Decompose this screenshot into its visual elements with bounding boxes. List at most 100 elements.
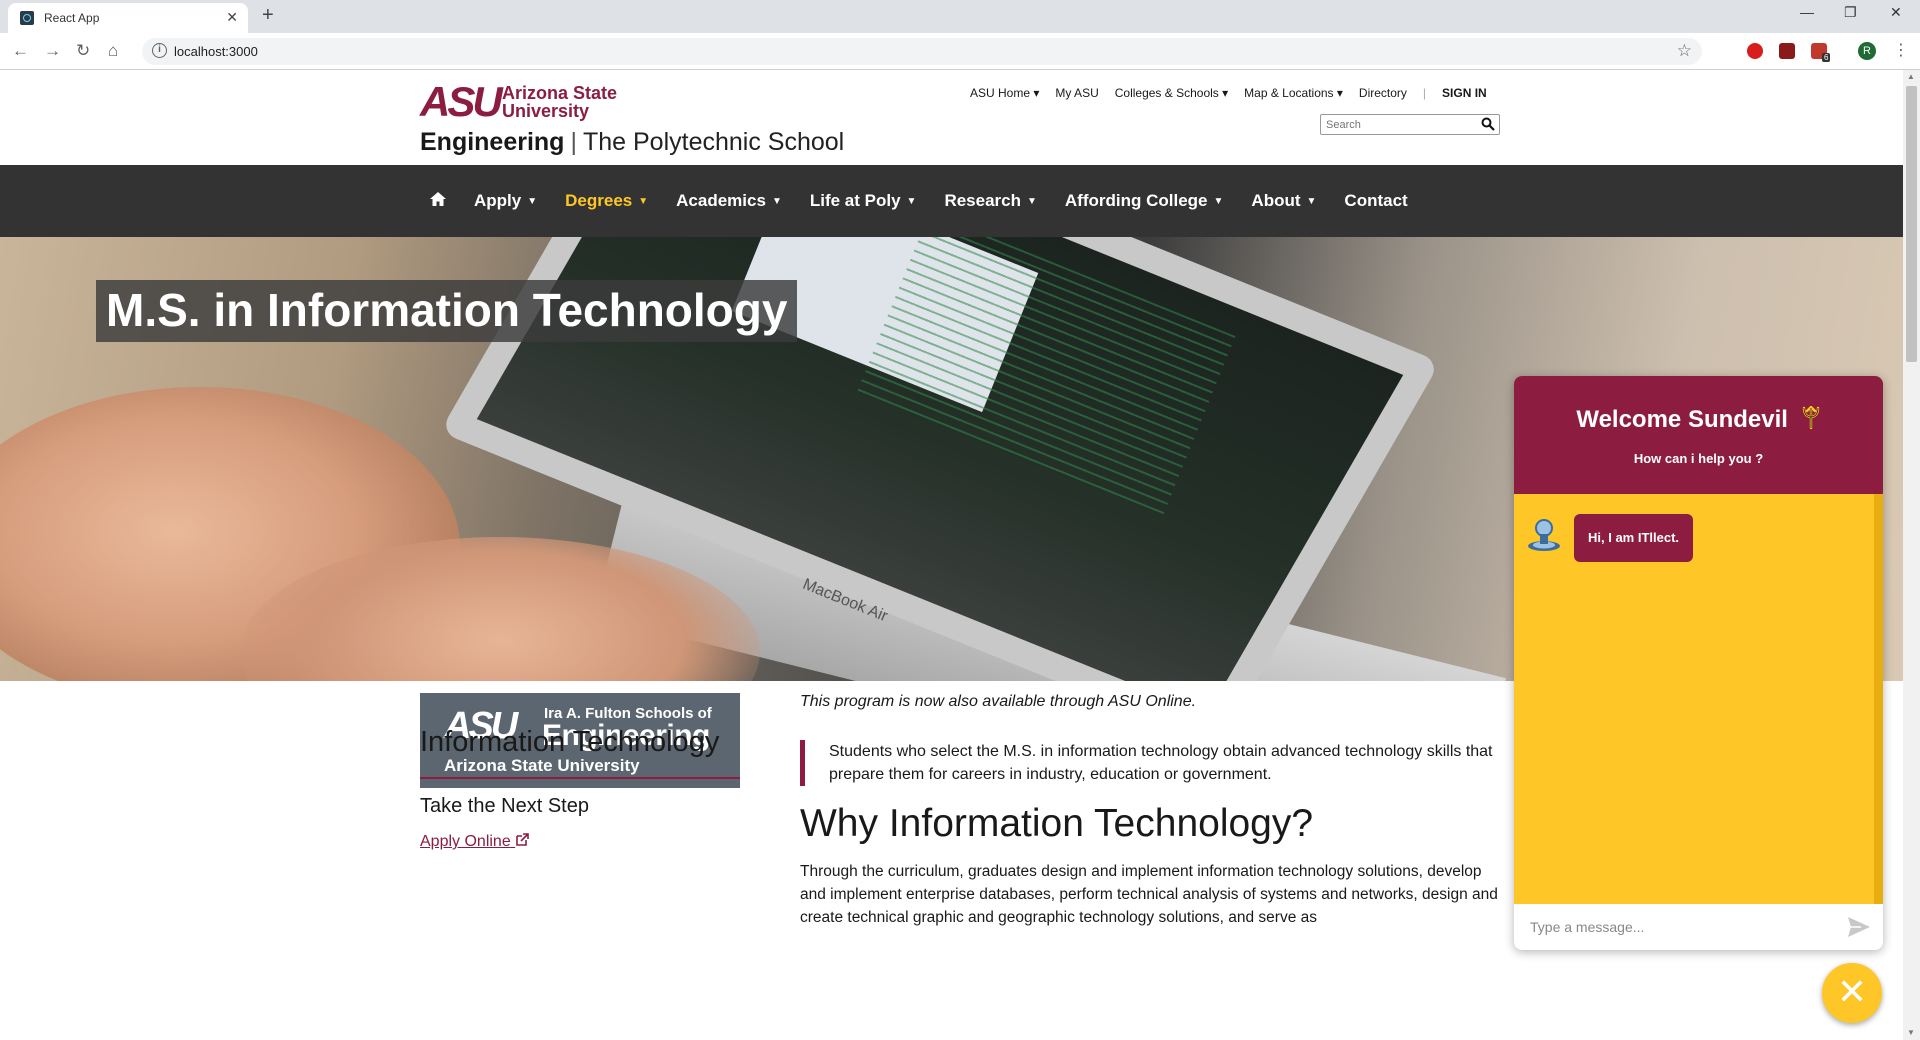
chat-messages: Hi, I am ITllect. bbox=[1514, 494, 1883, 904]
nav-life-at-poly[interactable]: Life at Poly ▼ bbox=[810, 191, 917, 211]
nav-degrees-label: Degrees bbox=[565, 191, 633, 210]
scroll-up-icon[interactable]: ▲ bbox=[1907, 72, 1915, 81]
apply-online-label: Apply Online bbox=[420, 833, 511, 850]
util-colleges[interactable]: Colleges & Schools ▾ bbox=[1115, 86, 1228, 100]
profile-avatar[interactable]: R bbox=[1858, 42, 1876, 60]
util-my-asu[interactable]: My ASU bbox=[1055, 86, 1098, 100]
chevron-down-icon: ▼ bbox=[906, 196, 917, 207]
reload-icon[interactable]: ↻ bbox=[76, 41, 90, 61]
unit-title[interactable]: Engineering | The Polytechnic School bbox=[420, 128, 844, 157]
chevron-down-icon: ▼ bbox=[527, 196, 538, 207]
unit-title-main: Engineering bbox=[420, 128, 565, 156]
util-map[interactable]: Map & Locations ▾ bbox=[1244, 86, 1343, 100]
nav-contact-label: Contact bbox=[1344, 191, 1408, 210]
opera-extension-icon[interactable] bbox=[1747, 43, 1763, 59]
page-scrollbar[interactable]: ▲ ▼ bbox=[1903, 70, 1920, 1040]
forward-icon[interactable]: → bbox=[44, 41, 61, 61]
scroll-down-icon[interactable]: ▼ bbox=[1907, 1028, 1915, 1037]
shield-extension-icon[interactable] bbox=[1779, 43, 1795, 59]
new-tab-icon[interactable]: + bbox=[262, 4, 274, 27]
program-title: Information Technology bbox=[420, 726, 720, 758]
bot-avatar-icon bbox=[1528, 519, 1560, 551]
nav-research[interactable]: Research ▼ bbox=[944, 191, 1036, 211]
search-input[interactable] bbox=[1321, 115, 1476, 134]
nav-about[interactable]: About ▼ bbox=[1251, 191, 1316, 211]
nav-home[interactable] bbox=[430, 191, 446, 211]
chat-message-input[interactable] bbox=[1530, 916, 1830, 938]
program-summary-quote: Students who select the M.S. in informat… bbox=[800, 740, 1502, 786]
util-divider: | bbox=[1422, 86, 1427, 100]
chat-widget: Welcome Sundevil How can i help you ? Hi… bbox=[1514, 376, 1883, 950]
unit-title-separator: | bbox=[570, 128, 577, 156]
external-link-icon bbox=[516, 833, 529, 846]
browser-menu-icon[interactable]: ⋮ bbox=[1893, 40, 1909, 60]
chevron-down-icon: ▼ bbox=[1027, 196, 1037, 207]
next-step-heading: Take the Next Step bbox=[420, 795, 589, 817]
home-nav-icon bbox=[430, 192, 446, 206]
util-directory[interactable]: Directory bbox=[1359, 86, 1407, 100]
chat-title: Welcome Sundevil bbox=[1514, 406, 1883, 434]
sign-in-link[interactable]: SIGN IN bbox=[1442, 86, 1487, 100]
search-icon[interactable] bbox=[1481, 117, 1495, 131]
apply-online-link[interactable]: Apply Online bbox=[420, 833, 529, 851]
nav-degrees[interactable]: Degrees ▼ bbox=[565, 191, 648, 211]
util-asu-home-label: ASU Home bbox=[970, 86, 1031, 100]
window-close-icon[interactable]: ✕ bbox=[1890, 4, 1902, 21]
restore-icon[interactable]: ❐ bbox=[1844, 4, 1857, 21]
nav-about-label: About bbox=[1251, 191, 1301, 210]
asu-logo-mark: ASU bbox=[420, 78, 503, 125]
home-icon[interactable]: ⌂ bbox=[108, 41, 118, 61]
nav-academics-label: Academics bbox=[676, 191, 766, 210]
search-box bbox=[1320, 114, 1500, 135]
send-icon[interactable] bbox=[1847, 916, 1871, 938]
chat-scrollbar[interactable] bbox=[1874, 494, 1883, 904]
chevron-down-icon: ▼ bbox=[638, 196, 649, 207]
chevron-down-icon: ▼ bbox=[771, 196, 782, 207]
chevron-down-icon: ▼ bbox=[1213, 196, 1224, 207]
nav-contact[interactable]: Contact bbox=[1344, 191, 1407, 211]
nav-research-label: Research bbox=[944, 191, 1021, 210]
minimize-icon[interactable]: — bbox=[1800, 4, 1814, 20]
address-bar[interactable]: i localhost:3000 ☆ bbox=[142, 38, 1702, 65]
section-heading: Why Information Technology? bbox=[800, 802, 1314, 845]
site-info-icon[interactable]: i bbox=[152, 43, 167, 58]
chat-input-bar bbox=[1514, 904, 1883, 950]
chat-subtitle: How can i help you ? bbox=[1633, 451, 1764, 466]
bookmark-star-icon[interactable]: ☆ bbox=[1677, 41, 1692, 61]
nav-academics[interactable]: Academics ▼ bbox=[676, 191, 782, 211]
utility-nav: ASU Home ▾ My ASU Colleges & Schools ▾ M… bbox=[970, 86, 1487, 100]
util-asu-home[interactable]: ASU Home ▾ bbox=[970, 86, 1039, 100]
sidebar-divider bbox=[420, 777, 740, 779]
bot-message: Hi, I am ITllect. bbox=[1574, 514, 1694, 562]
back-icon[interactable]: ← bbox=[12, 41, 29, 61]
util-map-label: Map & Locations bbox=[1244, 86, 1334, 100]
chat-header: Welcome Sundevil How can i help you ? bbox=[1514, 376, 1883, 494]
pitchfork-icon bbox=[1802, 406, 1819, 430]
unit-title-sub: The Polytechnic School bbox=[582, 128, 845, 156]
browser-tabstrip: React App ✕ + — ❐ ✕ bbox=[0, 0, 1920, 33]
nav-apply-label: Apply bbox=[474, 191, 522, 210]
chat-close-button[interactable]: ✕ bbox=[1822, 963, 1882, 1023]
main-nav: Apply ▼ Degrees ▼ Academics ▼ Life at Poly ▼… bbox=[0, 165, 1903, 237]
react-favicon-icon bbox=[20, 11, 34, 25]
chevron-down-icon: ▼ bbox=[1306, 196, 1317, 207]
address-url: localhost:3000 bbox=[174, 44, 258, 59]
page-title: M.S. in Information Technology bbox=[96, 280, 798, 342]
nav-life-at-poly-label: Life at Poly bbox=[809, 191, 901, 210]
online-availability-note: This program is now also available throu… bbox=[800, 693, 1197, 710]
chat-title-text: Welcome Sundevil bbox=[1576, 406, 1788, 433]
extension-badge: 6 bbox=[1822, 53, 1831, 62]
asu-logo-name: Arizona State University bbox=[502, 83, 618, 121]
browser-tab[interactable]: React App ✕ bbox=[8, 3, 248, 33]
scroll-thumb[interactable] bbox=[1906, 86, 1917, 362]
nav-apply[interactable]: Apply ▼ bbox=[474, 191, 537, 211]
nav-affording-college-label: Affording College bbox=[1064, 191, 1208, 210]
section-body: Through the curriculum, graduates design… bbox=[800, 863, 1498, 926]
util-colleges-label: Colleges & Schools bbox=[1114, 86, 1219, 100]
tab-title: React App bbox=[44, 11, 100, 25]
browser-toolbar: ← → ↻ ⌂ i localhost:3000 ☆ 6 R ⋮ bbox=[0, 33, 1920, 70]
close-icon: ✕ bbox=[1836, 971, 1868, 1012]
fulton-logo-line3: Arizona State University bbox=[444, 756, 640, 775]
tab-close-icon[interactable]: ✕ bbox=[226, 9, 238, 26]
nav-affording-college[interactable]: Affording College ▼ bbox=[1065, 191, 1224, 211]
